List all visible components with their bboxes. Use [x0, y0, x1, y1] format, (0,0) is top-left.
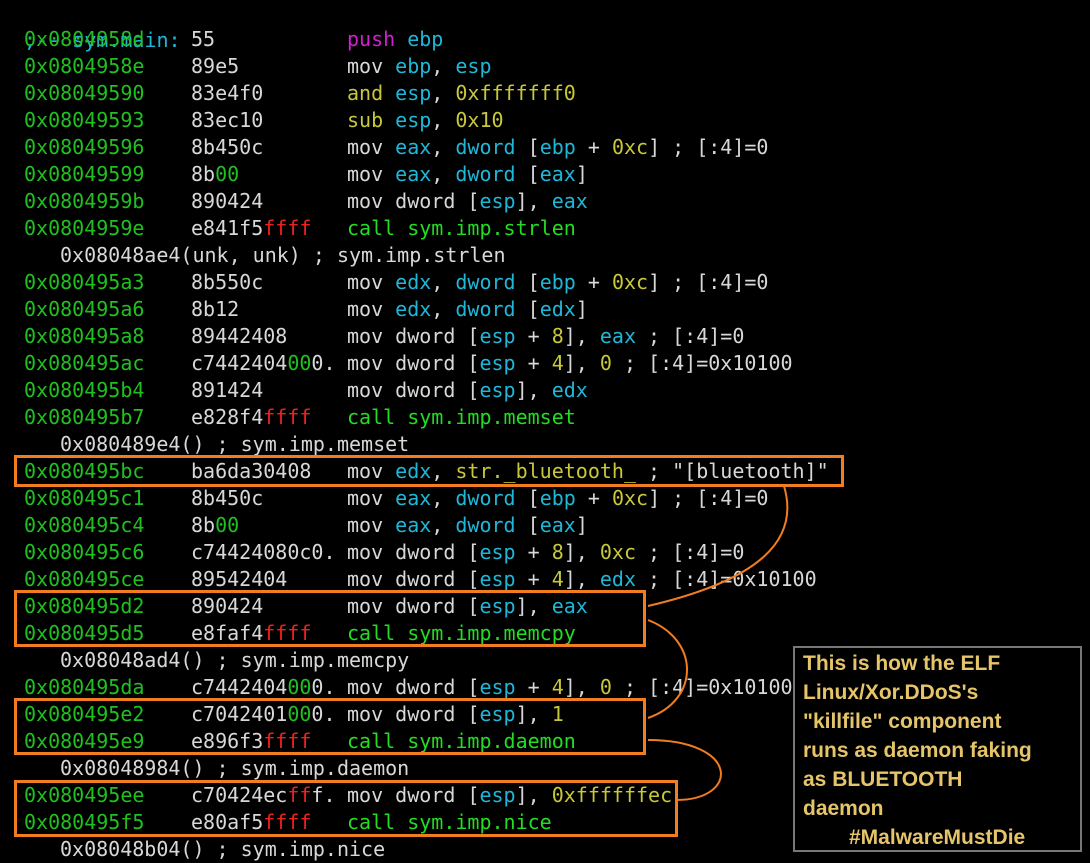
arrow-daemon-to-nice	[647, 739, 722, 801]
annotation-note: This is how the ELF Linux/Xor.DDoS's "kill…	[793, 646, 1082, 852]
note-hashtag: #MalwareMustDie	[849, 826, 1026, 849]
note-line: Linux/Xor.DDoS's	[803, 681, 979, 704]
arrow-bluetooth-to-memcpy	[647, 485, 789, 607]
arrow-memcpy-to-daemon	[647, 619, 688, 719]
note-line: runs as daemon faking	[803, 739, 1032, 762]
note-line: This is how the ELF	[803, 652, 1001, 675]
note-line: daemon	[803, 797, 884, 820]
note-line: "killfile" component	[803, 710, 1002, 733]
note-line: as BLUETOOTH	[803, 768, 963, 791]
